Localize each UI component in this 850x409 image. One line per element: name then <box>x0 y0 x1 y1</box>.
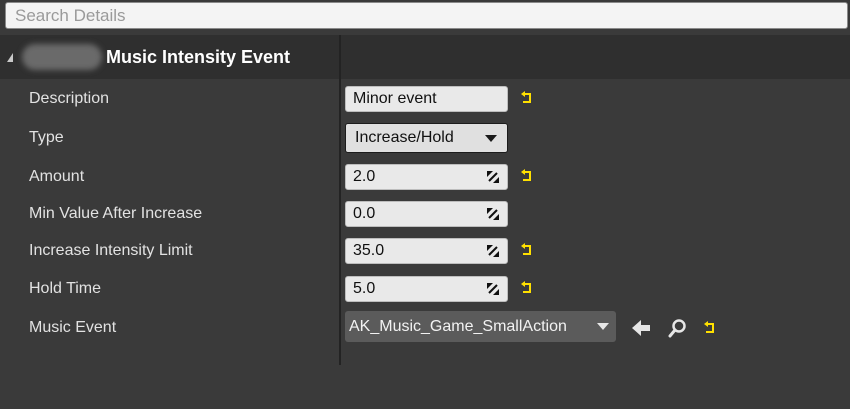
reset-to-default-icon[interactable] <box>703 321 717 335</box>
reset-to-default-icon[interactable] <box>520 243 534 257</box>
search-input[interactable] <box>6 3 847 28</box>
use-selected-arrow-icon[interactable] <box>631 318 651 338</box>
field-value: 5.0 <box>353 280 376 297</box>
property-row-hold-time: Hold Time 5.0 <box>0 271 850 307</box>
property-row-type: Type Increase/Hold <box>0 120 850 156</box>
chevron-down-icon <box>597 323 609 330</box>
drag-spin-arrows-icon[interactable] <box>486 244 500 258</box>
property-label: Min Value After Increase <box>29 205 203 222</box>
asset-name: AK_Music_Game_SmallAction <box>349 318 567 335</box>
property-row-min-value: Min Value After Increase 0.0 <box>0 196 850 232</box>
reset-to-default-icon[interactable] <box>520 91 534 105</box>
dropdown-value: Increase/Hold <box>355 129 454 146</box>
min-value-field[interactable]: 0.0 <box>345 201 508 227</box>
category-title: Music Intensity Event <box>106 47 291 67</box>
browse-magnifier-icon[interactable] <box>668 318 688 338</box>
description-field[interactable]: Minor event <box>345 86 508 112</box>
property-label: Type <box>29 129 64 146</box>
type-dropdown[interactable]: Increase/Hold <box>345 123 508 153</box>
field-value: 0.0 <box>353 205 376 222</box>
redacted-thumbnail <box>22 44 102 70</box>
field-value: Minor event <box>353 90 437 107</box>
search-bar[interactable] <box>5 2 848 29</box>
category-header[interactable]: Music Intensity Event <box>0 35 850 79</box>
chevron-down-icon <box>485 135 497 142</box>
property-label: Increase Intensity Limit <box>29 242 193 259</box>
drag-spin-arrows-icon[interactable] <box>486 207 500 221</box>
reset-to-default-icon[interactable] <box>520 169 534 183</box>
property-row-music-event: Music Event AK_Music_Game_SmallAction <box>0 310 850 346</box>
expander-triangle-icon[interactable] <box>7 53 13 62</box>
property-row-intensity-limit: Increase Intensity Limit 35.0 <box>0 233 850 269</box>
property-label: Music Event <box>29 319 117 336</box>
property-row-description: Description Minor event <box>0 81 850 117</box>
drag-spin-arrows-icon[interactable] <box>486 282 500 296</box>
drag-spin-arrows-icon[interactable] <box>486 170 500 184</box>
hold-time-field[interactable]: 5.0 <box>345 276 508 302</box>
details-panel: Music Intensity Event Description Minor … <box>0 0 850 409</box>
property-row-amount: Amount 2.0 <box>0 159 850 195</box>
property-label: Hold Time <box>29 280 102 297</box>
reset-to-default-icon[interactable] <box>520 281 534 295</box>
property-label: Description <box>29 90 110 107</box>
amount-field[interactable]: 2.0 <box>345 164 508 190</box>
field-value: 2.0 <box>353 168 376 185</box>
property-label: Amount <box>29 168 85 185</box>
intensity-limit-field[interactable]: 35.0 <box>345 238 508 264</box>
field-value: 35.0 <box>353 242 385 259</box>
music-event-asset-picker[interactable]: AK_Music_Game_SmallAction <box>345 311 616 342</box>
